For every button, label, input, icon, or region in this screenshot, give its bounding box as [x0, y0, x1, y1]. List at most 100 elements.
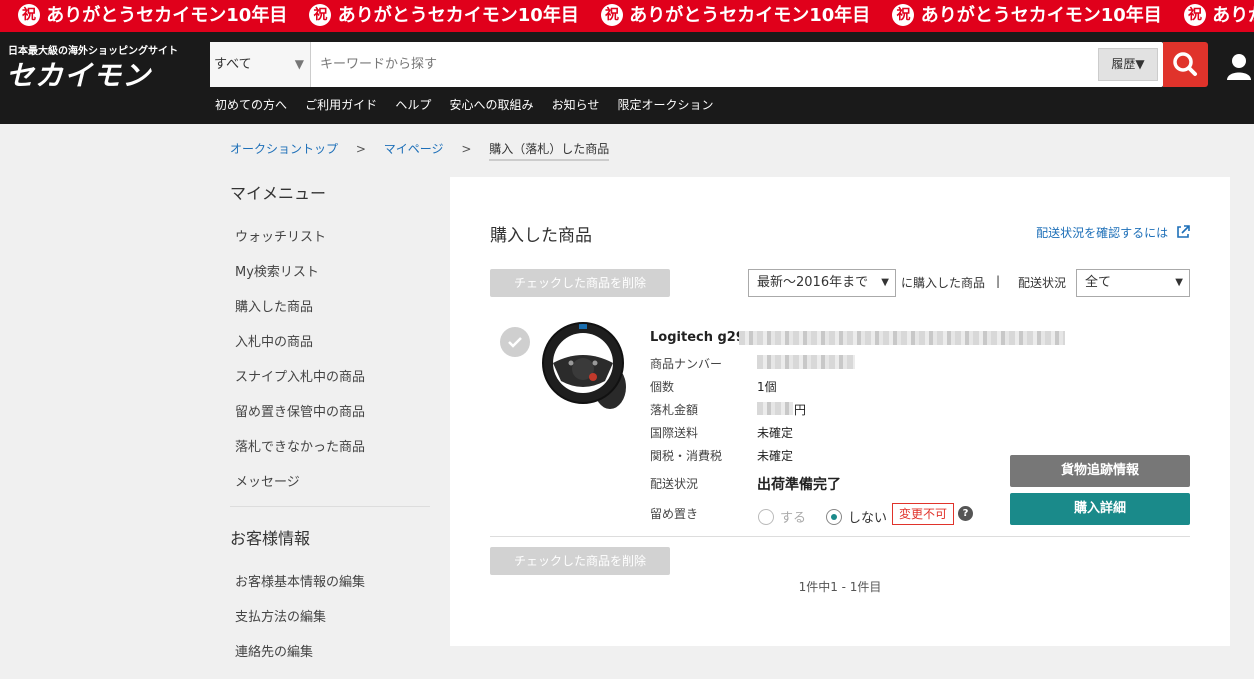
nav-link-safety[interactable]: 安心への取組み: [449, 98, 533, 112]
product-thumbnail[interactable]: [535, 317, 635, 417]
search-bar: すべて ▼ 履歴▼: [210, 42, 1163, 87]
nav-link-guide[interactable]: ご利用ガイド: [305, 98, 377, 112]
period-select[interactable]: 最新～2016年まで ▼: [748, 269, 896, 297]
site-logo[interactable]: セカイモン: [6, 54, 151, 94]
item-select-checkbox[interactable]: [500, 327, 530, 357]
period-select-value: 最新～2016年まで: [757, 275, 869, 290]
cargo-tracking-button[interactable]: 貨物追跡情報: [1010, 455, 1190, 487]
radio-selected-icon: [826, 509, 842, 525]
banner-item: 祝 ありがとうセカイモン10年目: [0, 0, 287, 32]
nav-link-limited-auction[interactable]: 限定オークション: [618, 98, 714, 112]
hold-no-label: しない: [848, 511, 888, 526]
banner-message: ありがとうセカイモン10年目: [337, 5, 579, 26]
search-category-select[interactable]: すべて ▼: [210, 42, 311, 87]
sidebar-item-snipe-bidding[interactable]: スナイプ入札中の商品: [235, 366, 430, 401]
external-link-icon: [1177, 225, 1190, 238]
sidebar-customer-title: お客様情報: [230, 529, 311, 548]
redacted-product-title: [739, 331, 1065, 345]
redacted-winning-price: [757, 402, 793, 415]
delivery-status-label: 配送状況: [650, 477, 699, 491]
user-icon: [1227, 54, 1251, 80]
nav-link-news[interactable]: お知らせ: [552, 98, 600, 112]
celebration-badge-icon: 祝: [1183, 4, 1206, 26]
search-icon: [1173, 52, 1197, 76]
shipping-status-select-value: 全て: [1085, 275, 1112, 290]
sidebar-item-edit-basic-info[interactable]: お客様基本情報の編集: [235, 571, 430, 606]
banner-message: ありがとうセカイモン10年目: [920, 5, 1162, 26]
sidebar-item-edit-contact[interactable]: 連絡先の編集: [235, 641, 430, 676]
delivery-status-value: 出荷準備完了: [757, 477, 841, 493]
search-input[interactable]: [316, 42, 1076, 87]
banner-item: 祝 ありがとうセカイモン10年目: [583, 0, 870, 32]
delete-checked-button-top[interactable]: チェックした商品を削除: [490, 269, 670, 297]
user-account-button[interactable]: [1225, 52, 1253, 82]
sidebar-menu-title: マイメニュー: [230, 184, 327, 203]
global-nav: 初めての方へ ご利用ガイド ヘルプ 安心への取組み お知らせ 限定オークション: [215, 96, 728, 116]
sidebar-item-edit-payment[interactable]: 支払方法の編集: [235, 606, 430, 641]
customs-value: 未確定: [757, 449, 794, 463]
hold-yes-label: する: [780, 511, 807, 526]
chevron-down-icon: ▼: [1175, 277, 1183, 288]
banner-message: ありがとうセカイモン10年目: [629, 5, 871, 26]
search-button[interactable]: [1163, 42, 1208, 87]
help-icon[interactable]: ?: [958, 506, 973, 521]
nav-link-beginners[interactable]: 初めての方へ: [215, 98, 287, 112]
sidebar-item-watchlist[interactable]: ウォッチリスト: [235, 226, 430, 261]
shipping-status-label: 配送状況: [1018, 276, 1067, 290]
shipping-status-select[interactable]: 全て ▼: [1076, 269, 1190, 297]
intl-shipping-label: 国際送料: [650, 426, 699, 440]
period-suffix: に購入した商品: [901, 276, 986, 290]
banner-item: 祝 ありがとうセカイモン10年目: [291, 0, 579, 32]
page-title: 購入した商品: [490, 226, 592, 246]
sidebar-item-lost-auctions[interactable]: 落札できなかった商品: [235, 436, 430, 471]
hold-yes-radio[interactable]: する: [758, 507, 806, 526]
banner-message: ありがとうセカイモン10年目: [1212, 5, 1254, 26]
breadcrumb-mypage[interactable]: マイページ: [384, 142, 444, 156]
steering-wheel-image: [542, 322, 626, 409]
quantity-label: 個数: [650, 380, 675, 394]
shipping-check-link-label: 配送状況を確認するには: [1036, 226, 1169, 240]
item-number-label: 商品ナンバー: [650, 357, 723, 371]
banner-item: 祝 ありがとうセカイモン10年目: [1166, 0, 1254, 32]
customs-label: 関税・消費税: [650, 449, 723, 463]
purchase-detail-button[interactable]: 購入詳細: [1010, 493, 1190, 525]
quantity-value: 1個: [757, 380, 777, 394]
breadcrumb-separator: >: [461, 142, 472, 156]
winning-price-unit: 円: [794, 403, 807, 417]
breadcrumb-auction-top[interactable]: オークショントップ: [230, 142, 338, 156]
sidebar: マイメニュー ウォッチリスト My検索リスト 購入した商品 入札中の商品 スナイ…: [230, 180, 430, 676]
checkmark-icon: [508, 337, 522, 348]
breadcrumb-separator: >: [355, 142, 366, 156]
filter-divider: |: [996, 274, 1001, 288]
sidebar-item-bidding[interactable]: 入札中の商品: [235, 331, 430, 366]
celebration-badge-icon: 祝: [892, 4, 915, 26]
sidebar-item-messages[interactable]: メッセージ: [235, 471, 430, 506]
search-history-button[interactable]: 履歴▼: [1098, 48, 1158, 81]
sidebar-item-purchased[interactable]: 購入した商品: [235, 296, 430, 331]
anniversary-banner[interactable]: 祝 ありがとうセカイモン10年目 祝 ありがとうセカイモン10年目 祝 ありがと…: [0, 0, 1254, 32]
pagination-count: 1件中1 - 1件目: [798, 580, 882, 594]
search-category-value: すべて: [214, 57, 252, 72]
banner-item: 祝 ありがとうセカイモン10年目: [874, 0, 1162, 32]
intl-shipping-value: 未確定: [757, 426, 794, 440]
site-header: 日本最大級の海外ショッピングサイト セカイモン すべて ▼ 履歴▼ 初めての方へ…: [0, 32, 1254, 124]
breadcrumb: オークショントップ > マイページ > 購入（落札）した商品: [230, 140, 610, 161]
celebration-badge-icon: 祝: [18, 4, 40, 26]
sidebar-item-on-hold[interactable]: 留め置き保管中の商品: [235, 401, 430, 436]
purchased-items-panel: 購入した商品 配送状況を確認するには チェックした商品を削除 最新～2016年ま…: [450, 177, 1230, 646]
banner-message: ありがとうセカイモン10年目: [46, 5, 288, 26]
sidebar-divider: [230, 506, 430, 507]
radio-circle-icon: [758, 509, 774, 525]
redacted-item-number: [757, 355, 855, 369]
row-divider: [490, 536, 1190, 537]
product-name-text: Logitech g29: [650, 330, 745, 345]
shipping-check-link[interactable]: 配送状況を確認するには: [1036, 224, 1190, 241]
nav-link-help[interactable]: ヘルプ: [395, 98, 431, 112]
product-name[interactable]: Logitech g29: [650, 330, 745, 345]
change-not-allowed-badge: 変更不可: [892, 503, 955, 525]
delete-checked-button-bottom[interactable]: チェックした商品を削除: [490, 547, 670, 575]
sidebar-item-my-search-list[interactable]: My検索リスト: [235, 261, 430, 296]
hold-no-radio[interactable]: しない: [826, 507, 887, 526]
celebration-badge-icon: 祝: [600, 4, 623, 26]
chevron-down-icon: ▼: [294, 57, 304, 71]
